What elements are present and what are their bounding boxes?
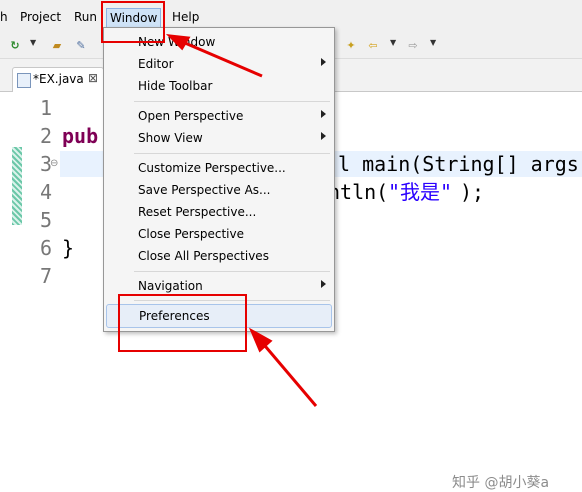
annotation-arrow-line bbox=[177, 38, 263, 78]
watermark: 知乎 @胡小葵a bbox=[452, 475, 550, 491]
annotation-arrowhead bbox=[165, 34, 191, 51]
annotation-arrow-line bbox=[258, 339, 318, 407]
annotation-arrows bbox=[165, 34, 318, 407]
